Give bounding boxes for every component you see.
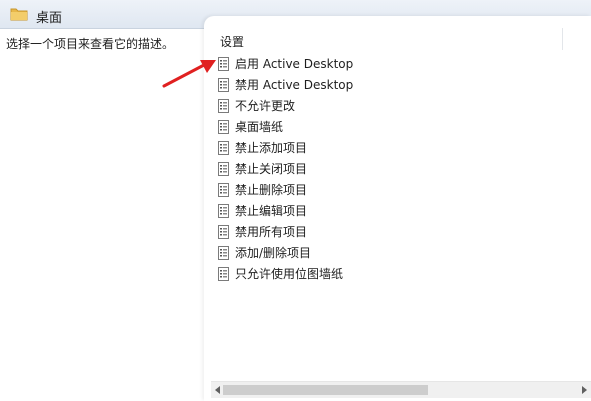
settings-item-label: 添加/删除项目 (235, 246, 312, 260)
settings-item-label: 桌面墙纸 (235, 120, 284, 134)
scrollbar-thumb[interactable] (223, 385, 428, 395)
settings-list-item[interactable]: 禁用所有项目 (218, 221, 353, 242)
scroll-right-icon[interactable] (582, 386, 587, 394)
settings-item-label: 禁用 Active Desktop (235, 78, 354, 92)
settings-list-item[interactable]: 只允许使用位图墙纸 (218, 263, 353, 284)
settings-item-label: 禁止添加项目 (235, 141, 308, 155)
scroll-left-icon[interactable] (215, 386, 220, 394)
horizontal-scrollbar[interactable] (211, 381, 591, 398)
policy-document-icon (218, 161, 229, 176)
settings-item-label: 禁止编辑项目 (235, 204, 308, 218)
settings-column-header[interactable]: 设置 (220, 33, 244, 50)
settings-item-label: 只允许使用位图墙纸 (235, 267, 344, 281)
annotation-arrow-icon (162, 60, 216, 88)
policy-document-icon (218, 203, 229, 218)
settings-list-item[interactable]: 禁止添加项目 (218, 137, 353, 158)
settings-list-item[interactable]: 禁止编辑项目 (218, 200, 353, 221)
settings-list-item[interactable]: 禁止关闭项目 (218, 158, 353, 179)
settings-item-label: 启用 Active Desktop (235, 57, 354, 71)
policy-document-icon (218, 245, 229, 260)
policy-document-icon (218, 140, 229, 155)
settings-item-label: 不允许更改 (235, 99, 296, 113)
settings-item-label: 禁止关闭项目 (235, 162, 308, 176)
policy-document-icon (218, 224, 229, 239)
policy-document-icon (218, 98, 229, 113)
settings-list-item[interactable]: 禁止删除项目 (218, 179, 353, 200)
policy-document-icon (218, 182, 229, 197)
settings-list-item[interactable]: 不允许更改 (218, 95, 353, 116)
policy-document-icon (218, 266, 229, 281)
settings-list-item[interactable]: 桌面墙纸 (218, 116, 353, 137)
description-text: 选择一个项目来查看它的描述。 (6, 37, 175, 51)
policy-document-icon (218, 119, 229, 134)
settings-list-item[interactable]: 添加/删除项目 (218, 242, 353, 263)
settings-list: 启用 Active Desktop 禁用 Active Desktop 不允许更改桌… (218, 53, 353, 284)
header-title: 桌面 (36, 11, 63, 26)
column-divider[interactable] (562, 28, 563, 50)
settings-item-label: 禁止删除项目 (235, 183, 308, 197)
folder-icon (10, 8, 28, 21)
settings-list-item[interactable]: 禁用 Active Desktop (218, 74, 353, 95)
settings-list-item[interactable]: 启用 Active Desktop (218, 53, 353, 74)
settings-item-label: 禁用所有项目 (235, 225, 308, 239)
settings-pane: 设置 启用 Active Desktop 禁用 Active Desktop 不允许… (204, 16, 591, 401)
